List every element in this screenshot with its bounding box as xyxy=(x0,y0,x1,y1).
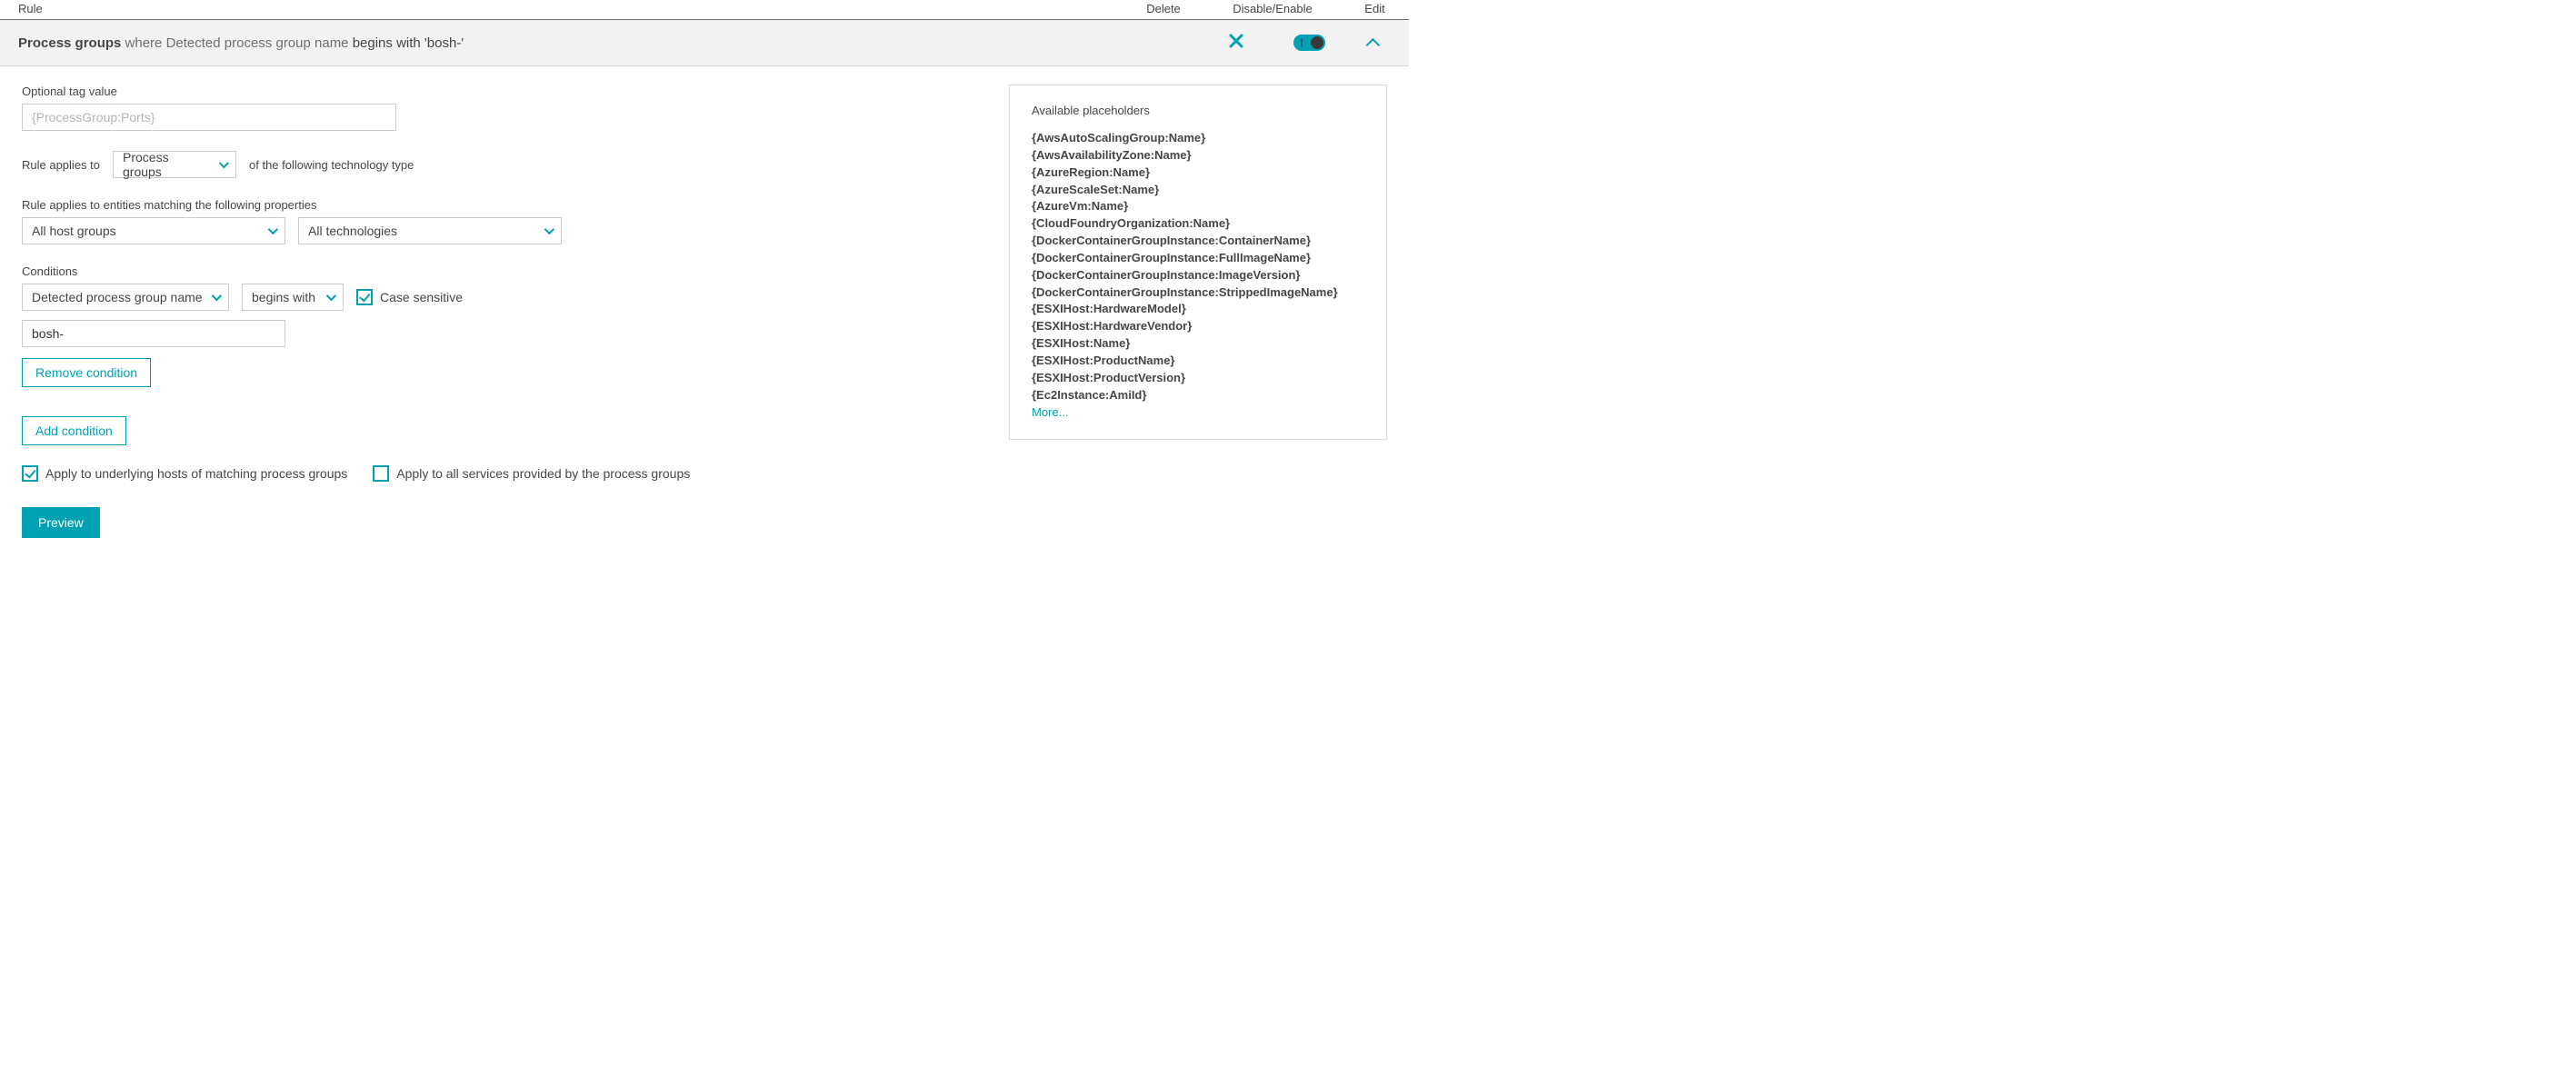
host-groups-select[interactable]: All host groups xyxy=(22,217,285,244)
apply-services-label: Apply to all services provided by the pr… xyxy=(396,466,690,481)
enable-toggle[interactable] xyxy=(1293,35,1325,51)
rule-value: 'bosh-' xyxy=(424,35,464,51)
technologies-select[interactable]: All technologies xyxy=(298,217,562,244)
rules-table-header: Rule Delete Disable/Enable Edit xyxy=(0,0,1409,20)
applies-to-label: Rule applies to xyxy=(22,158,100,172)
placeholders-more-link[interactable]: More... xyxy=(1032,404,1364,422)
collapse-button[interactable] xyxy=(1359,34,1391,53)
placeholder-item: {ESXIHost:ProductVersion} xyxy=(1032,370,1364,387)
rule-summary: Process groups where Detected process gr… xyxy=(18,35,1213,51)
entity-type-select[interactable]: Process groups xyxy=(113,151,236,178)
placeholder-item: {ESXIHost:ProductName} xyxy=(1032,353,1364,370)
rule-where: where xyxy=(121,35,165,51)
apply-hosts-checkbox[interactable] xyxy=(22,465,38,482)
technologies-value: All technologies xyxy=(308,224,397,238)
condition-attribute-value: Detected process group name xyxy=(32,290,203,304)
col-rule: Rule xyxy=(18,2,1104,15)
condition-attribute-select[interactable]: Detected process group name xyxy=(22,284,229,311)
add-condition-button[interactable]: Add condition xyxy=(22,416,126,445)
entity-type-value: Process groups xyxy=(123,150,210,179)
placeholder-item: {AzureRegion:Name} xyxy=(1032,164,1364,182)
optional-tag-input[interactable] xyxy=(22,104,396,131)
placeholder-item: {CloudFoundryOrganization:Name} xyxy=(1032,215,1364,233)
rule-row: Process groups where Detected process gr… xyxy=(0,20,1409,66)
host-groups-value: All host groups xyxy=(32,224,116,238)
remove-condition-button[interactable]: Remove condition xyxy=(22,358,151,387)
placeholders-panel: Available placeholders {AwsAutoScalingGr… xyxy=(1009,85,1387,440)
rule-entity: Process groups xyxy=(18,35,121,51)
placeholder-item: {ESXIHost:HardwareModel} xyxy=(1032,301,1364,318)
placeholders-list: {AwsAutoScalingGroup:Name} {AwsAvailabil… xyxy=(1032,130,1364,421)
conditions-label: Conditions xyxy=(22,264,776,278)
placeholder-item: {DockerContainerGroupInstance:ImageVersi… xyxy=(1032,267,1364,284)
placeholder-item: {DockerContainerGroupInstance:ContainerN… xyxy=(1032,233,1364,250)
placeholder-item: {DockerContainerGroupInstance:StrippedIm… xyxy=(1032,284,1364,302)
entities-matching-label: Rule applies to entities matching the fo… xyxy=(22,198,776,212)
chevron-up-icon xyxy=(1370,34,1380,52)
col-disable-enable: Disable/Enable xyxy=(1223,2,1323,15)
delete-rule-button[interactable] xyxy=(1213,31,1259,55)
col-edit: Edit xyxy=(1359,2,1391,15)
of-tech-text: of the following technology type xyxy=(249,158,414,172)
chevron-down-icon xyxy=(544,224,554,234)
case-sensitive-label: Case sensitive xyxy=(380,290,463,304)
placeholder-item: {AwsAutoScalingGroup:Name} xyxy=(1032,130,1364,147)
chevron-down-icon xyxy=(268,224,278,234)
chevron-down-icon xyxy=(212,291,222,301)
optional-tag-label: Optional tag value xyxy=(22,85,776,98)
apply-hosts-option[interactable]: Apply to underlying hosts of matching pr… xyxy=(22,465,347,482)
placeholder-item: {Ec2Instance:AmiId} xyxy=(1032,387,1364,404)
condition-operator-value: begins with xyxy=(252,290,315,304)
placeholder-item: {ESXIHost:Name} xyxy=(1032,335,1364,353)
condition-value-input[interactable] xyxy=(22,320,285,347)
col-delete: Delete xyxy=(1141,2,1186,15)
placeholder-item: {AwsAvailabilityZone:Name} xyxy=(1032,147,1364,164)
apply-hosts-label: Apply to underlying hosts of matching pr… xyxy=(45,466,347,481)
placeholder-item: {DockerContainerGroupInstance:FullImageN… xyxy=(1032,250,1364,267)
preview-button[interactable]: Preview xyxy=(22,507,100,538)
placeholder-item: {AzureVm:Name} xyxy=(1032,198,1364,215)
chevron-down-icon xyxy=(219,158,229,168)
placeholder-item: {AzureScaleSet:Name} xyxy=(1032,182,1364,199)
placeholders-title: Available placeholders xyxy=(1032,104,1364,117)
rule-operator: begins with xyxy=(349,35,424,51)
placeholder-item: {ESXIHost:HardwareVendor} xyxy=(1032,318,1364,335)
close-icon xyxy=(1228,33,1244,49)
rule-attribute: Detected process group name xyxy=(166,35,349,51)
apply-services-checkbox[interactable] xyxy=(373,465,389,482)
case-sensitive-checkbox[interactable] xyxy=(356,289,373,305)
apply-services-option[interactable]: Apply to all services provided by the pr… xyxy=(373,465,690,482)
condition-operator-select[interactable]: begins with xyxy=(242,284,344,311)
chevron-down-icon xyxy=(326,291,336,301)
case-sensitive-option[interactable]: Case sensitive xyxy=(356,289,463,305)
